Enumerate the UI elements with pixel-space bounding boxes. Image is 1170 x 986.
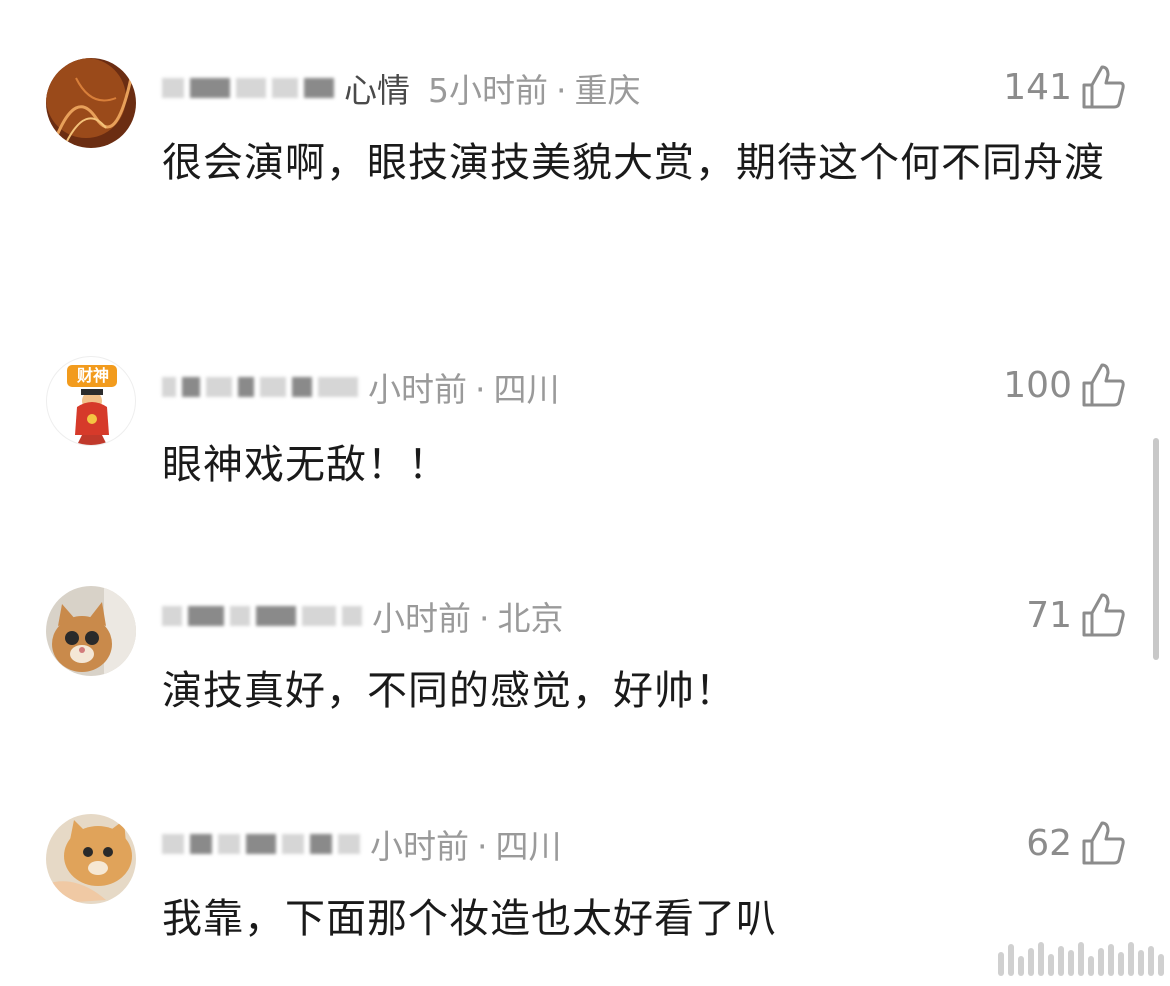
comment-meta: 小时前 · 四川 [370,827,562,866]
comment-list: 心情 5小时前·重庆 141 很会演啊，眼技演技美貌大赏，期待这个何不同舟渡 [0,0,1170,986]
like-button[interactable]: 71 [1026,590,1126,640]
thumbs-up-icon [1082,65,1125,109]
username-blurred[interactable] [162,78,334,98]
sunset-tree-avatar-icon [46,58,136,148]
avatar[interactable]: 财神 [46,356,136,446]
avatar-badge: 财神 [76,366,109,385]
like-count: 100 [1003,364,1072,406]
comment-time: 5小时前 [428,71,548,110]
cat-peeking-avatar-icon [46,586,136,676]
comment-text: 眼神戏无敌！！ [162,442,449,488]
comment-time: 小时前 [370,827,469,866]
watermark-bars [998,940,1164,976]
username-blurred[interactable] [162,377,358,397]
comment-meta: 小时前 · 四川 [368,370,560,409]
like-count: 62 [1026,822,1072,864]
comment-location: 四川 [495,827,562,866]
thumbs-up-icon [1082,821,1125,865]
comment-meta: 5小时前 · 重庆 [428,71,641,110]
like-count: 141 [1003,66,1072,108]
like-button[interactable]: 62 [1026,818,1126,868]
username-visible: 心情 [344,71,410,110]
avatar[interactable] [46,58,136,148]
avatar[interactable] [46,586,136,676]
thumbs-up-icon [1082,363,1125,407]
comment-location: 北京 [497,599,564,638]
orange-cat-avatar-icon [46,814,136,904]
comment-header: 小时前 · 四川 [162,365,560,409]
comment-text: 演技真好，不同的感觉，好帅！ [162,668,736,714]
comment-time: 小时前 [372,599,471,638]
username-blurred[interactable] [162,834,360,854]
thumbs-up-icon [1082,593,1125,637]
comment-header: 小时前 · 四川 [162,822,562,866]
like-button[interactable]: 100 [1003,360,1126,410]
comment-location: 四川 [493,370,560,409]
like-button[interactable]: 141 [1003,62,1126,112]
username-blurred[interactable] [162,606,362,626]
comment-text: 我靠，下面那个妆造也太好看了叭 [162,896,777,942]
scrollbar[interactable] [1153,438,1159,660]
comment-header: 心情 5小时前 · 重庆 [162,66,641,110]
comment-header: 小时前 · 北京 [162,594,564,638]
comment-text: 很会演啊，眼技演技美貌大赏，期待这个何不同舟渡 [162,140,1105,186]
comment-time: 小时前 [368,370,467,409]
like-count: 71 [1026,594,1072,636]
comment-location: 重庆 [574,71,641,110]
comment-meta: 小时前 · 北京 [372,599,564,638]
avatar[interactable] [46,814,136,904]
